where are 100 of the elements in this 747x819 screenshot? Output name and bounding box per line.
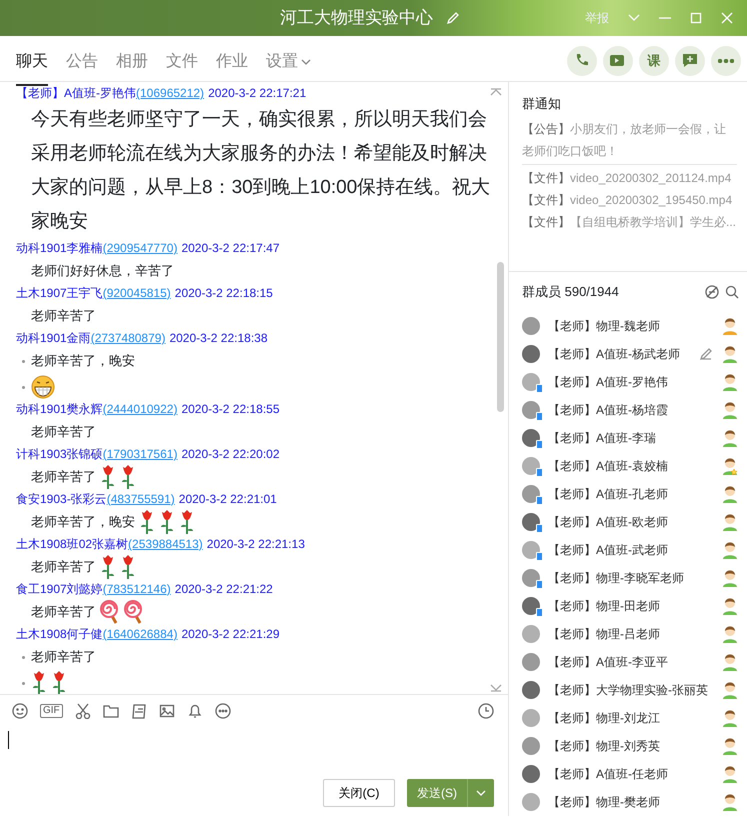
member-item[interactable]: 【老师】A值班-杨武老师 — [509, 340, 747, 368]
member-item[interactable]: 【老师】物理-魏老师 — [509, 312, 747, 340]
member-item[interactable]: 【老师】物理-田老师 — [509, 592, 747, 620]
rose-sticker-icon — [100, 554, 116, 580]
tab[interactable]: 聊天 — [16, 50, 48, 86]
member-item[interactable]: 【老师】大学物理实验-张丽英 — [509, 676, 747, 704]
scissors-icon — [74, 703, 91, 719]
rose-sticker-icon — [120, 554, 136, 580]
message-text: 老师们好好休息，辛苦了 — [31, 262, 174, 280]
tab[interactable]: 设置 — [266, 50, 311, 86]
message-time: 2020-3-2 22:21:13 — [206, 537, 305, 551]
lollipop-sticker-icon — [100, 600, 120, 624]
member-item[interactable]: 【老师】A值班-欧老师 — [509, 508, 747, 536]
notice-item[interactable]: 【文件】video_20200302_195450.mp4 — [522, 188, 737, 210]
member-item[interactable]: 【老师】A值班-杨培霞 — [509, 396, 747, 424]
message-time: 2020-3-2 22:21:01 — [178, 492, 277, 506]
tab[interactable]: 文件 — [166, 50, 198, 86]
avatar — [522, 765, 540, 783]
screen-button[interactable] — [130, 703, 147, 719]
tab[interactable]: 作业 — [216, 50, 248, 86]
notice-item[interactable]: 【文件】video_20200302_201124.mp4 — [522, 166, 737, 188]
member-name: 【老师】A值班-罗艳伟 — [548, 374, 669, 391]
rose-sticker-icon — [51, 670, 67, 694]
sender-name: 土木1907王宇飞 — [16, 286, 103, 300]
more-button[interactable] — [711, 46, 741, 76]
add-comment-button[interactable] — [675, 46, 705, 76]
member-item[interactable]: 【老师】A值班-李瑞 — [509, 424, 747, 452]
member-item[interactable]: 【老师】物理-樊老师 — [509, 788, 747, 816]
tab[interactable]: 公告 — [66, 50, 98, 86]
notice-item[interactable]: 【公告】小朋友们，放老师一会假，让老师们吃口饭吧！ — [522, 118, 737, 164]
search-button[interactable] — [725, 285, 739, 299]
member-name: 【老师】物理-樊老师 — [548, 794, 661, 811]
member-item[interactable]: 【老师】A值班-罗艳伟 — [509, 368, 747, 396]
member-item[interactable]: 【老师】物理-吕老师 — [509, 620, 747, 648]
member-name: 【老师】A值班-李瑞 — [548, 430, 657, 447]
member-name: 【老师】物理-田老师 — [548, 598, 661, 615]
qq-number-link[interactable]: (2444010922) — [102, 402, 178, 416]
qq-number-link[interactable]: (920045815) — [102, 286, 171, 300]
rose-sticker-icon — [139, 509, 155, 535]
tab[interactable]: 相册 — [116, 50, 148, 86]
message-time: 2020-3-2 22:17:47 — [181, 241, 280, 255]
folder-icon — [102, 703, 119, 719]
sender-name: 动科1901李雅楠 — [16, 241, 103, 255]
qq-number-link[interactable]: (106965212) — [136, 86, 204, 100]
grinning-face-icon — [31, 375, 55, 399]
phone-button[interactable] — [567, 46, 597, 76]
member-name: 【老师】A值班-孔老师 — [548, 486, 669, 503]
sender-name: 计科1903张锦硕 — [16, 447, 103, 461]
sender-name: 食安1903-张彩云 — [16, 492, 107, 506]
member-name: 【老师】物理-吕老师 — [548, 626, 661, 643]
gif-button[interactable]: GIF — [40, 704, 63, 718]
message-text: 老师辛苦了 — [31, 307, 96, 325]
qq-number-link[interactable]: (1790317561) — [102, 447, 178, 461]
avatar — [522, 317, 540, 335]
message-text: 今天有些老师坚守了一天，确实很累，所以明天我们会采用老师轮流在线为大家服务的办法！希望能及时解决大家的问题，从早上8：30到晚上10:00保持在线。祝大家晚安 — [31, 109, 490, 232]
qq-number-link[interactable]: (1640626884) — [102, 627, 178, 641]
member-name: 【老师】物理-刘秀英 — [548, 738, 661, 755]
qq-number-link[interactable]: (2737480879) — [90, 331, 166, 345]
send-button[interactable]: 发送(S) — [407, 779, 467, 807]
member-item[interactable]: 【老师】A值班-袁姣楠 — [509, 452, 747, 480]
message-time: 2020-3-2 22:18:38 — [169, 331, 268, 345]
more-button[interactable] — [214, 703, 231, 719]
qq-number-link[interactable]: (783512146) — [102, 582, 171, 596]
search-icon — [725, 285, 739, 299]
add-comment-icon — [681, 52, 699, 70]
video-button[interactable] — [603, 46, 633, 76]
notice-item[interactable]: 【文件】【自组电桥教学培训】学生必... — [522, 210, 737, 232]
pencil-icon[interactable] — [699, 347, 713, 361]
member-item[interactable]: 【老师】A值班-武老师 — [509, 536, 747, 564]
member-item[interactable]: 【老师】物理-刘龙江 — [509, 704, 747, 732]
emoji-button[interactable] — [12, 703, 28, 719]
sender-name: 动科1901金雨 — [16, 331, 91, 345]
member-item[interactable]: 【老师】A值班-李亚平 — [509, 648, 747, 676]
message-text: 老师辛苦了，晚安 — [31, 513, 135, 531]
course-button[interactable]: 课 — [639, 46, 669, 76]
member-item[interactable]: 【老师】A值班-任老师 — [509, 760, 747, 788]
member-name: 【老师】A值班-欧老师 — [548, 514, 669, 531]
file-button[interactable] — [102, 703, 119, 719]
image-button[interactable] — [158, 703, 175, 719]
qq-number-link[interactable]: (2539884513) — [128, 537, 203, 551]
member-item[interactable]: 【老师】物理-刘秀英 — [509, 732, 747, 760]
message-time: 2020-3-2 22:20:02 — [181, 447, 280, 461]
avatar — [522, 653, 540, 671]
history-button[interactable] — [478, 703, 494, 719]
member-item[interactable]: 【老师】A值班-孔老师 — [509, 480, 747, 508]
window-title: 河工大物理实验中心 — [280, 7, 433, 30]
screenshot-button[interactable] — [74, 703, 91, 719]
rose-sticker-icon — [179, 509, 195, 535]
bell-button[interactable] — [186, 703, 203, 719]
message-time: 2020-3-2 22:21:29 — [181, 627, 280, 641]
member-item[interactable]: 【老师】物理-李晓军老师 — [509, 564, 747, 592]
member-name: 【老师】物理-刘龙江 — [548, 710, 661, 727]
close-chat-button[interactable]: 关闭(C) — [323, 779, 395, 807]
avatar — [522, 625, 540, 643]
message-time: 2020-3-2 22:18:15 — [174, 286, 273, 300]
qq-number-link[interactable]: (2909547770) — [102, 241, 178, 255]
qq-number-link[interactable]: (483755591) — [106, 492, 175, 506]
bullet-dot — [22, 656, 25, 659]
member-name: 【老师】物理-李晓军老师 — [548, 570, 685, 587]
scrollbar-thumb[interactable] — [497, 262, 504, 412]
